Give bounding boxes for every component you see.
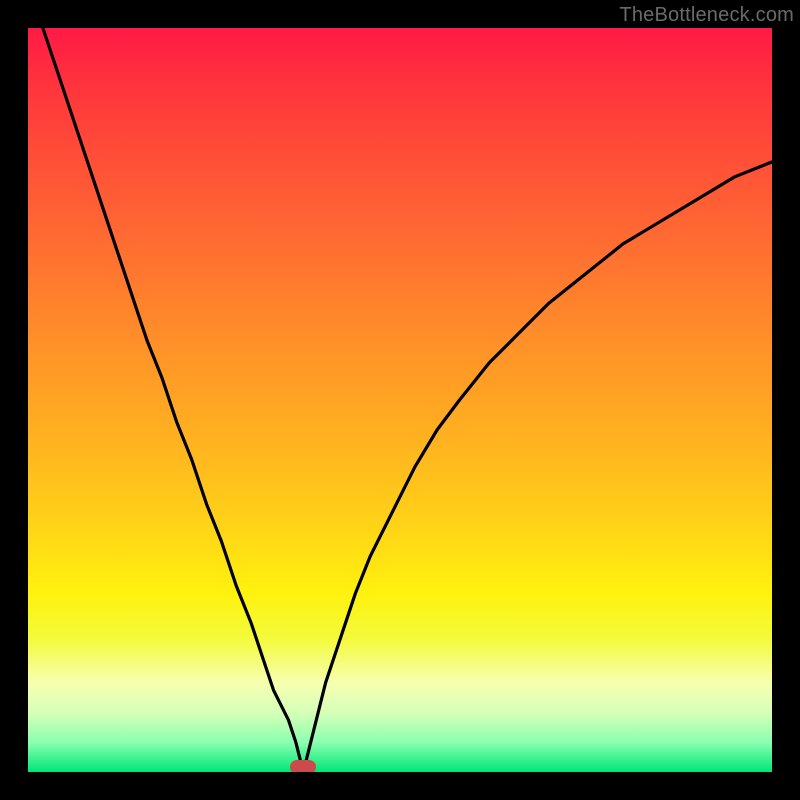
gradient-background <box>28 28 772 772</box>
chart-frame <box>28 28 772 772</box>
optimal-marker <box>290 760 316 772</box>
watermark: TheBottleneck.com <box>619 4 794 27</box>
